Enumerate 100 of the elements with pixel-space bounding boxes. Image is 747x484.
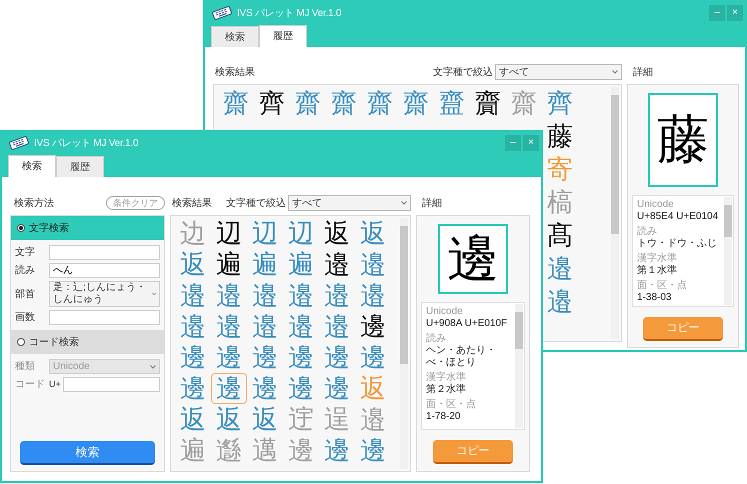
field-value: ヘン・あたり・べ・ほとり — [426, 345, 497, 369]
glyph-cell[interactable]: 邊 — [283, 342, 319, 373]
glyph-cell[interactable]: 齎 — [470, 87, 506, 120]
glyph-cell[interactable]: 邉 — [283, 311, 319, 342]
glyph-cell[interactable]: 邊 — [355, 435, 391, 466]
input-field[interactable] — [49, 245, 160, 260]
glyph-cell[interactable]: 返 — [319, 218, 355, 249]
glyph-cell[interactable]: 邊 — [247, 373, 283, 404]
glyph-cell[interactable]: 遍 — [283, 249, 319, 280]
glyph-cell[interactable]: 返 — [247, 404, 283, 435]
clear-button[interactable]: 条件クリア — [106, 196, 165, 210]
glyph-cell[interactable]: 邉 — [355, 404, 391, 435]
glyph-cell[interactable]: 遍 — [247, 249, 283, 280]
glyph-cell[interactable]: 齋 — [326, 87, 362, 120]
glyph-cell[interactable]: 齋 — [290, 87, 326, 120]
glyph-cell[interactable]: 边 — [175, 218, 211, 249]
glyph-cell[interactable]: 邉 — [283, 280, 319, 311]
filter-dropdown[interactable]: すべて — [495, 64, 622, 80]
glyph-cell[interactable]: 邉 — [319, 311, 355, 342]
glyph-cell[interactable]: 邉 — [319, 249, 355, 280]
tab[interactable]: 履歴 — [259, 25, 307, 47]
filter-label: 文字種で絞込 — [433, 66, 493, 80]
glyph-cell[interactable]: 邉 — [211, 311, 247, 342]
glyph-cell[interactable]: 邊 — [247, 342, 283, 373]
glyph-cell[interactable]: 遍 — [211, 249, 247, 280]
minimize-button[interactable]: – — [709, 5, 725, 21]
glyph-cell[interactable]: 邉 — [175, 311, 211, 342]
filter-dropdown[interactable]: すべて — [288, 195, 411, 211]
glyph-cell[interactable]: 返 — [211, 404, 247, 435]
glyph-cell[interactable]: 邊 — [355, 311, 391, 342]
input-field[interactable]: へん — [49, 263, 160, 278]
tab[interactable]: 履歴 — [56, 156, 104, 177]
tab[interactable]: 検索 — [8, 155, 56, 177]
input-field[interactable] — [49, 310, 160, 325]
glyph-cell[interactable]: 辺 — [247, 218, 283, 249]
glyph-cell[interactable]: 邊 — [211, 342, 247, 373]
glyph-cell[interactable]: 邊 — [211, 373, 247, 404]
glyph-cell[interactable]: 邉 — [175, 280, 211, 311]
glyph-cell[interactable]: 邊 — [355, 342, 391, 373]
section-header[interactable]: 文字検索 — [11, 216, 164, 240]
scrollbar[interactable] — [724, 197, 732, 305]
scrollbar[interactable] — [611, 87, 619, 339]
copy-button[interactable]: コピー — [433, 440, 513, 464]
minimize-button[interactable]: – — [505, 135, 521, 151]
glyph-cell[interactable]: 邉 — [247, 311, 283, 342]
glyph-cell[interactable]: 邉 — [355, 280, 391, 311]
glyph-cell[interactable]: 邉 — [355, 249, 391, 280]
input-field[interactable] — [62, 377, 160, 392]
glyph-cell[interactable]: 邉 — [211, 280, 247, 311]
glyph-cell[interactable]: 邊 — [283, 373, 319, 404]
glyph-cell[interactable]: 返 — [355, 218, 391, 249]
glyph-cell[interactable]: 髙 — [542, 219, 578, 252]
field-value: 1-38-03 — [637, 292, 672, 304]
glyph-cell[interactable]: 遍 — [175, 435, 211, 466]
field-label: 読み — [637, 226, 658, 238]
glyph-cell[interactable]: 齋 — [506, 87, 542, 120]
glyph-cell[interactable]: 返 — [175, 249, 211, 280]
glyph-cell[interactable]: 齊 — [254, 87, 290, 120]
section-header[interactable]: コード検索 — [11, 330, 164, 354]
glyph-cell[interactable]: 藤 — [542, 120, 578, 153]
glyph-cell[interactable]: 邉 — [542, 252, 578, 285]
glyph-cell[interactable]: 邊 — [319, 342, 355, 373]
radio-button[interactable] — [17, 338, 25, 346]
close-button[interactable]: × — [523, 135, 539, 151]
dropdown[interactable]: 辵：⻌;しんにょう・しんにゅう — [49, 281, 160, 307]
glyph-cell[interactable]: 逞 — [319, 404, 355, 435]
scrollbar[interactable] — [400, 218, 408, 469]
glyph-cell[interactable]: 槁 — [542, 186, 578, 219]
close-button[interactable]: × — [727, 5, 743, 21]
tab[interactable]: 検索 — [211, 26, 259, 47]
copy-button[interactable]: コピー — [643, 317, 723, 341]
glyph-cell[interactable]: 齊 — [542, 87, 578, 120]
caret-icon — [612, 70, 618, 74]
glyph-cell[interactable]: 邉 — [542, 285, 578, 318]
glyph-preview: 邊 — [438, 224, 508, 294]
glyph-cell[interactable]: 返 — [355, 373, 391, 404]
glyph-cell[interactable]: 辺 — [211, 218, 247, 249]
glyph-cell[interactable]: 邉 — [247, 280, 283, 311]
glyph-cell[interactable]: 邉 — [319, 280, 355, 311]
glyph-cell[interactable]: 齋 — [362, 87, 398, 120]
search-button[interactable]: 検索 — [20, 441, 155, 465]
glyph-cell[interactable]: 邊 — [175, 342, 211, 373]
radio-button[interactable] — [17, 224, 25, 232]
glyph-cell[interactable]: 邊 — [283, 435, 319, 466]
glyph-cell[interactable]: 邊 — [319, 435, 355, 466]
section-label: 検索結果 — [172, 196, 212, 210]
glyph-cell[interactable]: 辺 — [283, 218, 319, 249]
glyph-cell[interactable]: 齋 — [398, 87, 434, 120]
scrollbar[interactable] — [515, 304, 523, 428]
field-label: 漢字水準 — [426, 372, 467, 384]
field-label: 面・区・点 — [637, 280, 688, 292]
glyph-cell[interactable]: 齍 — [434, 87, 470, 120]
glyph-cell[interactable]: 䢓 — [283, 404, 319, 435]
glyph-cell[interactable]: 邊 — [175, 373, 211, 404]
glyph-cell[interactable]: 邎 — [211, 435, 247, 466]
glyph-cell[interactable]: 邁 — [247, 435, 283, 466]
glyph-cell[interactable]: 返 — [175, 404, 211, 435]
glyph-cell[interactable]: 邊 — [319, 373, 355, 404]
glyph-cell[interactable]: 寄 — [542, 153, 578, 186]
glyph-cell[interactable]: 齋 — [218, 87, 254, 120]
